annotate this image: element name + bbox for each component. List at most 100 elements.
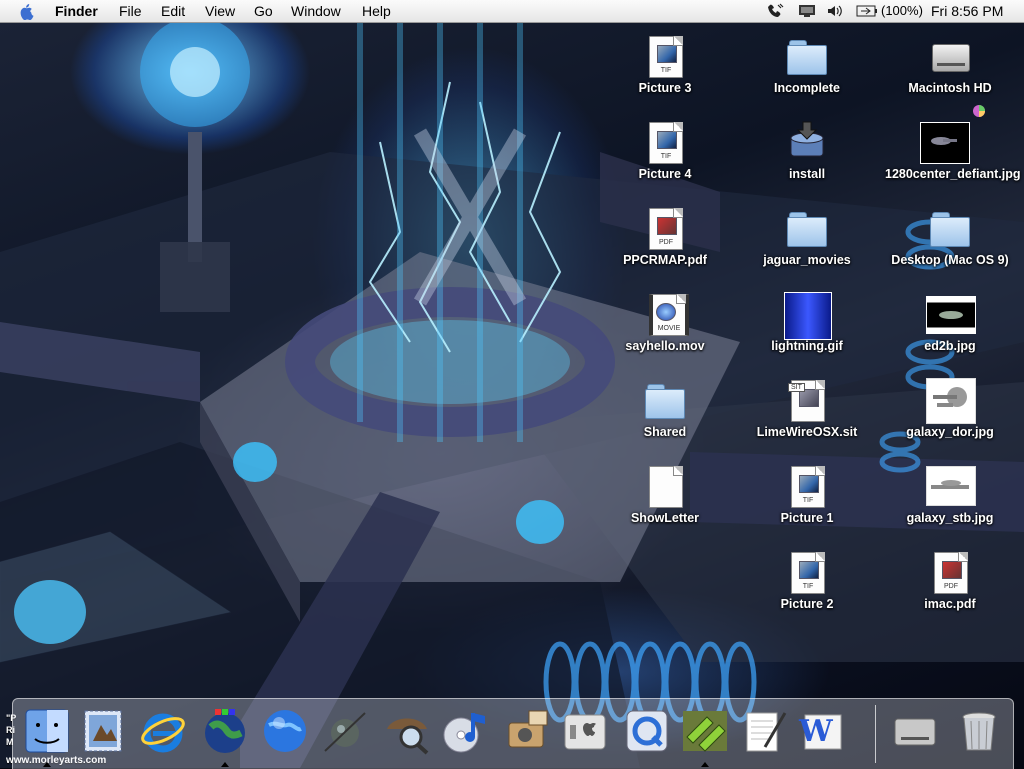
icon-label: Picture 2 xyxy=(780,597,834,611)
desktop-icon-jaguar-movies[interactable]: jaguar_movies xyxy=(742,206,872,268)
icon-label: galaxy_dor.jpg xyxy=(906,425,994,439)
menu-window[interactable]: Window xyxy=(291,3,341,19)
volume-icon[interactable] xyxy=(826,4,844,18)
icon-label: galaxy_stb.jpg xyxy=(906,511,994,525)
trash-icon xyxy=(962,712,996,751)
dock-item-itunes[interactable] xyxy=(439,707,491,759)
icon-label: 1280center_defiant.jpg xyxy=(885,167,1021,181)
dock-item-finder[interactable] xyxy=(21,707,73,767)
desktop-icon-macintosh-hd[interactable]: Macintosh HD xyxy=(885,34,1015,96)
dock-item-limewire[interactable] xyxy=(679,707,731,767)
blank-document-icon xyxy=(645,464,685,508)
dock-item-globe[interactable] xyxy=(199,707,251,767)
tif-document-icon: TIF xyxy=(787,464,827,508)
apple-menu-icon[interactable] xyxy=(18,2,36,20)
finder-face-icon xyxy=(25,709,69,753)
dock-divider xyxy=(875,705,876,763)
icon-label: jaguar_movies xyxy=(763,253,851,267)
menu-go[interactable]: Go xyxy=(254,3,273,19)
icon-label: LimeWireOSX.sit xyxy=(756,425,858,439)
limewire-icon xyxy=(683,711,727,752)
battery-percentage: (100%) xyxy=(881,3,923,18)
pdf-document-icon: PDF xyxy=(930,550,970,594)
menu-help[interactable]: Help xyxy=(362,3,391,19)
icon-label: Picture 4 xyxy=(638,167,692,181)
dock-item-image-capture[interactable] xyxy=(501,707,553,759)
menu-edit[interactable]: Edit xyxy=(161,3,185,19)
dock-item-trash[interactable] xyxy=(953,707,1005,759)
menu-bar: Finder File Edit View Go Window Help (10… xyxy=(0,0,1024,23)
pdf-document-icon: PDF xyxy=(645,206,685,250)
running-indicator xyxy=(221,762,229,767)
desktop-icon-ppcrmap-pdf[interactable]: PDF PPCRMAP.pdf xyxy=(600,206,730,268)
image-thumbnail-icon xyxy=(926,464,976,508)
dock-item-quicktime[interactable] xyxy=(621,707,673,759)
icon-label: lightning.gif xyxy=(771,339,843,353)
folder-icon xyxy=(787,34,827,78)
globe-icon xyxy=(205,709,245,753)
blue-globe-icon xyxy=(264,710,306,752)
desktop-icon-limewireosx-sit[interactable]: SIT LimeWireOSX.sit xyxy=(742,378,872,440)
movie-file-icon: MOVIE xyxy=(645,292,689,336)
icon-label: install xyxy=(788,167,826,181)
menu-clock[interactable]: Fri 8:56 PM xyxy=(931,3,1003,19)
icon-label: sayhello.mov xyxy=(625,339,705,353)
running-indicator xyxy=(701,762,709,767)
icon-label: Incomplete xyxy=(774,81,840,95)
tif-document-icon: TIF xyxy=(787,550,827,594)
sherlock-hat-icon xyxy=(387,718,429,755)
dock-item-system-preferences[interactable] xyxy=(559,707,611,759)
desktop-icon-imac-pdf[interactable]: PDF imac.pdf xyxy=(885,550,1015,612)
menu-file[interactable]: File xyxy=(119,3,142,19)
dock-item-macintosh-hd[interactable] xyxy=(889,707,941,759)
camera-icon xyxy=(508,710,548,748)
desktop-icon-ed2b-jpg[interactable]: ed2b.jpg xyxy=(885,292,1015,354)
dock-item-mail[interactable] xyxy=(77,707,129,759)
desktop-icon-lightning-gif[interactable]: lightning.gif xyxy=(742,292,872,354)
dock-item-ichat[interactable] xyxy=(319,707,371,759)
hard-disk-icon xyxy=(930,34,970,78)
dock-item-textedit[interactable] xyxy=(739,707,791,759)
icon-label: ShowLetter xyxy=(630,511,700,525)
mail-stamp-icon xyxy=(84,710,122,752)
desktop-icon-desktop-mac-os-9[interactable]: Desktop (Mac OS 9) xyxy=(885,206,1015,268)
desktop-icon-picture-2[interactable]: TIF Picture 2 xyxy=(742,550,872,612)
running-indicator xyxy=(43,762,51,767)
icon-label: imac.pdf xyxy=(924,597,976,611)
desktop-icon-install[interactable]: install xyxy=(742,120,872,182)
satellite-icon xyxy=(324,712,366,752)
desktop-icon-galaxy-stb-jpg[interactable]: galaxy_stb.jpg xyxy=(885,464,1015,526)
desktop-icon-showletter[interactable]: ShowLetter xyxy=(600,464,730,526)
desktop-icon-incomplete[interactable]: Incomplete xyxy=(742,34,872,96)
desktop-icon-picture-3[interactable]: TIF Picture 3 xyxy=(600,34,730,96)
folder-icon xyxy=(787,206,827,250)
icon-label: Desktop (Mac OS 9) xyxy=(891,253,1009,267)
dock-item-internet-explorer[interactable] xyxy=(137,707,189,759)
folder-icon xyxy=(930,206,970,250)
dock-item-network-globe[interactable] xyxy=(259,707,311,759)
tif-document-icon: TIF xyxy=(645,34,685,78)
dock-item-sherlock[interactable] xyxy=(381,707,433,759)
hard-disk-icon xyxy=(894,718,936,746)
desktop-icon-1280center-defiant-jpg[interactable]: 1280center_defiant.jpg xyxy=(885,105,1021,182)
dock-item-word[interactable]: W xyxy=(795,707,847,759)
image-thumbnail-icon xyxy=(784,292,832,340)
dock: W xyxy=(12,698,1014,769)
internet-explorer-icon xyxy=(141,713,185,753)
desktop-icon-picture-1[interactable]: TIF Picture 1 xyxy=(742,464,872,526)
tif-document-icon: TIF xyxy=(645,120,685,164)
icon-label: Picture 1 xyxy=(780,511,834,525)
desktop-icon-picture-4[interactable]: TIF Picture 4 xyxy=(600,120,730,182)
icon-label: ed2b.jpg xyxy=(924,339,976,353)
desktop-icon-shared[interactable]: Shared xyxy=(600,378,730,440)
icon-label: PPCRMAP.pdf xyxy=(623,253,707,267)
desktop-icon-sayhello-mov[interactable]: MOVIE sayhello.mov xyxy=(600,292,730,354)
display-icon[interactable] xyxy=(798,4,816,18)
image-thumbnail-icon xyxy=(926,292,976,336)
phone-modem-icon[interactable] xyxy=(767,3,785,19)
menu-finder[interactable]: Finder xyxy=(55,3,98,19)
battery-icon[interactable] xyxy=(856,5,878,17)
menu-view[interactable]: View xyxy=(205,3,235,19)
stuffit-archive-icon: SIT xyxy=(787,378,827,422)
desktop-icon-galaxy-dor-jpg[interactable]: galaxy_dor.jpg xyxy=(885,378,1015,440)
